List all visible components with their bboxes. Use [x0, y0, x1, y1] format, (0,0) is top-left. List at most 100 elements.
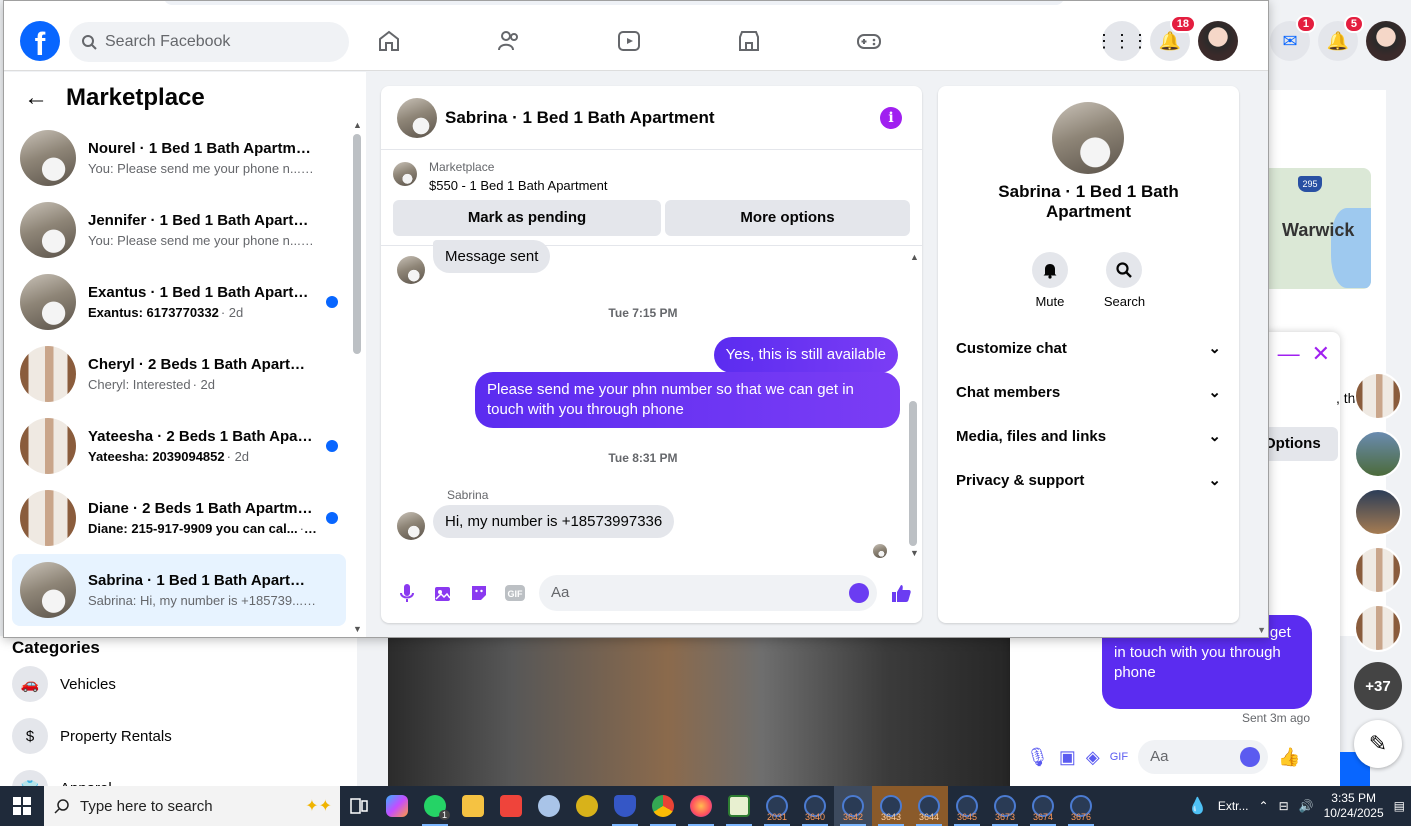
category-property-rentals[interactable]: $ Property Rentals — [12, 718, 172, 754]
messenger-button[interactable]: ✉ 1 — [1270, 15, 1316, 61]
listing-price-title[interactable]: $550 - 1 Bed 1 Bath Apartment — [429, 178, 608, 193]
chat-title[interactable]: Sabrina · 1 Bed 1 Bath Apartment — [445, 108, 715, 128]
popup-scroll-down-icon[interactable]: ▼ — [1257, 625, 1266, 635]
search-input[interactable]: Search Facebook — [69, 22, 349, 62]
rail-avatar[interactable] — [1354, 604, 1402, 652]
conversation-item[interactable]: Diane · 2 Beds 1 Bath Apartment Diane: 21… — [12, 482, 346, 554]
like-icon[interactable]: 👍 — [1278, 747, 1300, 768]
rail-avatar[interactable] — [1354, 488, 1402, 536]
minimize-icon[interactable]: — — [1278, 341, 1300, 367]
sidebar-scrollbar[interactable] — [353, 134, 361, 354]
rail-more-button[interactable]: +37 — [1354, 662, 1402, 710]
profile-avatar[interactable] — [1198, 21, 1238, 61]
chat-header-avatar[interactable] — [397, 97, 437, 138]
facebook-logo-icon[interactable]: f — [20, 21, 60, 61]
notification-center-icon[interactable]: ▤ — [1394, 799, 1405, 813]
chat-scroll-up-icon[interactable]: ▲ — [910, 252, 919, 262]
notifications-button[interactable]: 🔔 18 — [1150, 15, 1196, 61]
search-chat-button[interactable]: Search — [1104, 252, 1145, 309]
mic-icon[interactable] — [395, 581, 419, 605]
file-explorer-icon[interactable] — [454, 786, 492, 826]
notifications-button-bg[interactable]: 🔔 5 — [1318, 15, 1364, 61]
conversation-item[interactable]: Yateesha · 2 Beds 1 Bath Apart... Yateesh… — [12, 410, 346, 482]
tray-label[interactable]: Extr... — [1218, 799, 1249, 813]
watch-icon[interactable] — [609, 21, 649, 61]
back-arrow-icon[interactable]: ← — [24, 84, 48, 112]
message-input[interactable]: Aa — [539, 575, 877, 611]
conversation-item[interactable]: Jennifer · 1 Bed 1 Bath Apartment You: Pl… — [12, 194, 346, 266]
mic-icon[interactable]: 🎙 — [1026, 747, 1049, 768]
menu-button[interactable]: ⋮⋮⋮ — [1095, 21, 1149, 61]
profile-avatar-bg[interactable] — [1366, 21, 1406, 61]
listing-thumbnail[interactable] — [393, 162, 417, 186]
clock[interactable]: 3:35 PM 10/24/2025 — [1324, 791, 1384, 821]
friends-icon[interactable] — [489, 21, 529, 61]
spreadsheet-icon[interactable] — [720, 786, 758, 826]
marketplace-icon[interactable] — [729, 21, 769, 61]
sidebar-scroll-up-icon[interactable]: ▲ — [353, 120, 362, 130]
section-media-files-links[interactable]: Media, files and links ⌄ — [946, 414, 1231, 458]
sidebar-scroll-down-icon[interactable]: ▼ — [353, 624, 362, 634]
copilot-icon[interactable] — [378, 786, 416, 826]
gaming-icon[interactable] — [849, 21, 889, 61]
gif-icon[interactable]: GIF — [503, 581, 527, 605]
network-icon[interactable]: ⊟ — [1279, 799, 1289, 813]
emoji-icon[interactable] — [1240, 747, 1261, 767]
shield-app-icon[interactable] — [606, 786, 644, 826]
mute-button[interactable]: Mute — [1031, 252, 1068, 309]
section-privacy-support[interactable]: Privacy & support ⌄ — [946, 458, 1231, 502]
more-options-button[interactable]: More options — [665, 200, 910, 236]
ixbrowser-icon[interactable] — [568, 786, 606, 826]
gif-icon[interactable]: GIF — [1110, 751, 1128, 763]
windows-start-icon[interactable] — [0, 786, 44, 826]
chrome-icon[interactable] — [644, 786, 682, 826]
chat-scrollbar[interactable] — [909, 401, 917, 546]
sticker-icon[interactable]: ◈ — [1086, 747, 1100, 768]
mini-chat-options-button[interactable]: Options — [1258, 427, 1338, 461]
conversation-preview: Diane: 215-917-9909 you can cal...· 2d — [88, 521, 318, 536]
category-vehicles[interactable]: 🚗 Vehicles — [12, 666, 116, 702]
close-icon[interactable]: ✕ — [1312, 341, 1330, 367]
photo-icon[interactable] — [431, 581, 455, 605]
app-3640[interactable]: 3640 — [796, 786, 834, 826]
rail-avatar[interactable] — [1354, 430, 1402, 478]
emoji-icon[interactable] — [849, 583, 869, 603]
info-avatar[interactable] — [1052, 102, 1124, 174]
anydesk-icon[interactable] — [492, 786, 530, 826]
whatsapp-icon[interactable]: 1 — [416, 786, 454, 826]
rail-avatar[interactable] — [1354, 546, 1402, 594]
app-3643[interactable]: 3643 — [872, 786, 910, 826]
map-thumbnail[interactable]: 295 Warwick i — [1268, 168, 1371, 289]
conversation-item[interactable]: Nourel · 1 Bed 1 Bath Apartment You: Plea… — [12, 122, 346, 194]
chat-scroll-down-icon[interactable]: ▼ — [910, 548, 919, 558]
info-icon[interactable]: i — [880, 107, 902, 129]
conversation-item[interactable]: Cheryl · 2 Beds 1 Bath Apartment Cheryl: … — [12, 338, 346, 410]
conversation-name: Jennifer · 1 Bed 1 Bath Apartment — [88, 212, 318, 229]
chevron-up-icon[interactable]: ⌃ — [1259, 799, 1269, 813]
app-3674[interactable]: 3674 — [1024, 786, 1062, 826]
mini-chat-input[interactable]: Aa — [1138, 740, 1269, 774]
app-3676[interactable]: 3676 — [1062, 786, 1100, 826]
sticker-icon[interactable] — [467, 581, 491, 605]
firefox-icon[interactable] — [682, 786, 720, 826]
conversation-item[interactable]: Exantus · 1 Bed 1 Bath Apartm... Exantus:… — [12, 266, 346, 338]
app-3673[interactable]: 3673 — [986, 786, 1024, 826]
app-3645[interactable]: 3645 — [948, 786, 986, 826]
speaker-icon[interactable]: 🔊 — [1299, 799, 1314, 813]
timestamp: Tue 7:15 PM — [608, 306, 678, 320]
mark-as-pending-button[interactable]: Mark as pending — [393, 200, 661, 236]
like-icon[interactable] — [889, 581, 913, 605]
app-2031[interactable]: 2031 — [758, 786, 796, 826]
paint-icon[interactable] — [530, 786, 568, 826]
app-3642[interactable]: 3642 — [834, 786, 872, 826]
app-3644[interactable]: 3644 — [910, 786, 948, 826]
task-view-icon[interactable] — [340, 786, 378, 826]
new-message-icon[interactable]: ✎ — [1354, 720, 1402, 768]
photo-icon[interactable]: ▣ — [1059, 747, 1076, 768]
home-icon[interactable] — [369, 21, 409, 61]
rail-avatar[interactable] — [1354, 372, 1402, 420]
taskbar-search-input[interactable]: Type here to search ✦✦ — [44, 786, 340, 826]
section-customize-chat[interactable]: Customize chat ⌄ — [946, 326, 1231, 370]
section-chat-members[interactable]: Chat members ⌄ — [946, 370, 1231, 414]
conversation-item[interactable]: Sabrina · 1 Bed 1 Bath Apartment Sabrina:… — [12, 554, 346, 626]
